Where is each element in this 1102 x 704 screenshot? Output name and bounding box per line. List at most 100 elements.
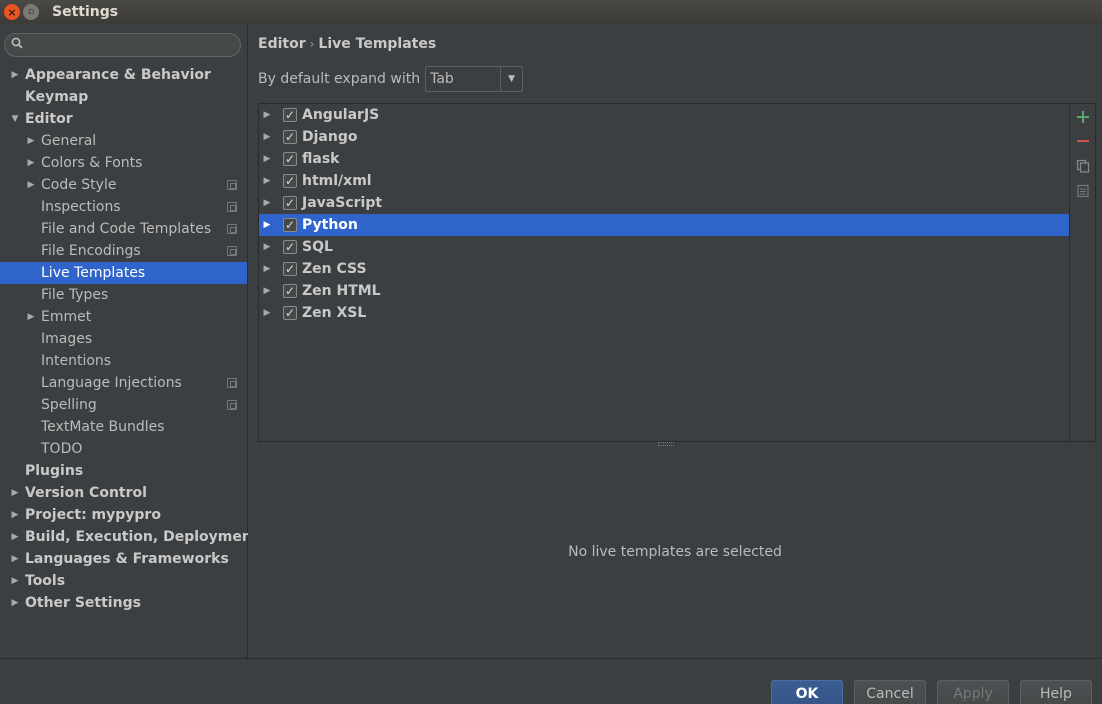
apply-button[interactable]: Apply: [937, 680, 1009, 704]
template-group-zen-xsl[interactable]: ▶ ✓ Zen XSL: [259, 302, 1070, 324]
chevron-right-icon[interactable]: ▶: [10, 570, 20, 592]
expand-with-dropdown[interactable]: Tab ▼: [425, 66, 524, 92]
template-group-name: Python: [302, 217, 358, 233]
sidebar-item-label: File and Code Templates: [41, 221, 212, 237]
sidebar-item-file-encodings[interactable]: File Encodings: [0, 240, 247, 262]
sidebar-item-version-control[interactable]: ▶ Version Control: [0, 482, 247, 504]
chevron-right-icon[interactable]: ▶: [262, 104, 272, 126]
sidebar-item-appearance-behavior[interactable]: ▶ Appearance & Behavior: [0, 64, 247, 86]
edit-icon[interactable]: [1076, 184, 1090, 198]
minus-icon[interactable]: [1076, 134, 1090, 148]
breadcrumb-separator: ›: [309, 37, 315, 51]
sidebar-item-emmet[interactable]: ▶ Emmet: [0, 306, 247, 328]
breadcrumb-parent: Editor: [258, 36, 306, 52]
group-checkbox[interactable]: ✓: [283, 130, 297, 144]
ok-button[interactable]: OK: [771, 680, 843, 704]
group-checkbox[interactable]: ✓: [283, 108, 297, 122]
template-group-zen-html[interactable]: ▶ ✓ Zen HTML: [259, 280, 1070, 302]
template-group-python[interactable]: ▶ ✓ Python: [259, 214, 1070, 236]
sidebar-item-general[interactable]: ▶ General: [0, 130, 247, 152]
chevron-right-icon[interactable]: ▶: [26, 152, 36, 174]
sidebar-item-todo[interactable]: TODO: [0, 438, 247, 460]
group-checkbox[interactable]: ✓: [283, 218, 297, 232]
sidebar-item-intentions[interactable]: Intentions: [0, 350, 247, 372]
cancel-button[interactable]: Cancel: [854, 680, 926, 704]
sidebar-item-label: Language Injections: [41, 375, 182, 391]
group-checkbox[interactable]: ✓: [283, 196, 297, 210]
plus-icon[interactable]: [1076, 110, 1090, 124]
sidebar-item-spelling[interactable]: Spelling: [0, 394, 247, 416]
group-checkbox[interactable]: ✓: [283, 174, 297, 188]
sidebar-item-project-mypypro[interactable]: ▶ Project: mypypro: [0, 504, 247, 526]
chevron-right-icon[interactable]: ▶: [262, 148, 272, 170]
project-scope-icon: [227, 400, 237, 410]
close-window-button[interactable]: ×: [4, 4, 20, 20]
sidebar-item-file-types[interactable]: File Types: [0, 284, 247, 306]
template-group-flask[interactable]: ▶ ✓ flask: [259, 148, 1070, 170]
template-group-zen-css[interactable]: ▶ ✓ Zen CSS: [259, 258, 1070, 280]
chevron-right-icon[interactable]: ▶: [262, 280, 272, 302]
sidebar-item-colors-fonts[interactable]: ▶ Colors & Fonts: [0, 152, 247, 174]
sidebar-item-inspections[interactable]: Inspections: [0, 196, 247, 218]
chevron-right-icon[interactable]: ▶: [26, 174, 36, 196]
sidebar-item-editor[interactable]: ▼ Editor: [0, 108, 247, 130]
window-title: Settings: [52, 4, 119, 20]
sidebar-item-textmate-bundles[interactable]: TextMate Bundles: [0, 416, 247, 438]
group-checkbox[interactable]: ✓: [283, 306, 297, 320]
chevron-down-icon[interactable]: ▼: [10, 108, 20, 130]
sidebar-item-languages-frameworks[interactable]: ▶ Languages & Frameworks: [0, 548, 247, 570]
chevron-right-icon[interactable]: ▶: [262, 214, 272, 236]
sidebar-item-build-execution-deployment[interactable]: ▶ Build, Execution, Deployment: [0, 526, 259, 548]
copy-icon[interactable]: [1076, 159, 1090, 173]
title-bar: × ▫ Settings: [0, 0, 1102, 24]
group-checkbox[interactable]: ✓: [283, 284, 297, 298]
sidebar-item-live-templates[interactable]: Live Templates: [0, 262, 247, 284]
sidebar-item-label: Emmet: [41, 309, 92, 325]
sidebar-item-label: Version Control: [25, 485, 147, 501]
group-checkbox[interactable]: ✓: [283, 240, 297, 254]
chevron-right-icon[interactable]: ▶: [26, 306, 36, 328]
template-group-sql[interactable]: ▶ ✓ SQL: [259, 236, 1070, 258]
chevron-right-icon[interactable]: ▶: [262, 302, 272, 324]
sidebar-item-file-and-code-templates[interactable]: File and Code Templates: [0, 218, 247, 240]
chevron-right-icon[interactable]: ▶: [10, 592, 20, 614]
expand-with-value: Tab: [430, 71, 454, 87]
sidebar-item-language-injections[interactable]: Language Injections: [0, 372, 247, 394]
chevron-right-icon[interactable]: ▶: [10, 548, 20, 570]
sidebar-item-images[interactable]: Images: [0, 328, 247, 350]
maximize-window-button[interactable]: ▫: [23, 4, 39, 20]
chevron-right-icon[interactable]: ▶: [26, 130, 36, 152]
sidebar-item-tools[interactable]: ▶ Tools: [0, 570, 247, 592]
group-checkbox[interactable]: ✓: [283, 152, 297, 166]
template-group-javascript[interactable]: ▶ ✓ JavaScript: [259, 192, 1070, 214]
chevron-right-icon[interactable]: ▶: [10, 64, 20, 86]
template-group-django[interactable]: ▶ ✓ Django: [259, 126, 1070, 148]
chevron-right-icon[interactable]: ▶: [262, 192, 272, 214]
chevron-right-icon[interactable]: ▶: [262, 236, 272, 258]
sidebar-item-keymap[interactable]: Keymap: [0, 86, 247, 108]
search-input[interactable]: [4, 33, 241, 57]
sidebar-item-other-settings[interactable]: ▶ Other Settings: [0, 592, 247, 614]
help-button[interactable]: Help: [1020, 680, 1092, 704]
chevron-right-icon[interactable]: ▶: [10, 482, 20, 504]
sidebar-item-plugins[interactable]: Plugins: [0, 460, 247, 482]
chevron-right-icon[interactable]: ▶: [262, 170, 272, 192]
group-checkbox[interactable]: ✓: [283, 262, 297, 276]
sidebar-item-label: Plugins: [25, 463, 84, 479]
chevron-right-icon[interactable]: ▶: [10, 504, 20, 526]
splitter-handle[interactable]: [658, 442, 674, 446]
template-group-angularjs[interactable]: ▶ ✓ AngularJS: [259, 104, 1070, 126]
chevron-down-icon[interactable]: ▼: [500, 67, 522, 91]
sidebar-item-label: Project: mypypro: [25, 507, 161, 523]
template-group-name: Zen HTML: [302, 283, 381, 299]
sidebar-item-label: Code Style: [41, 177, 117, 193]
template-group-html-xml[interactable]: ▶ ✓ html/xml: [259, 170, 1070, 192]
chevron-right-icon[interactable]: ▶: [262, 126, 272, 148]
chevron-right-icon[interactable]: ▶: [262, 258, 272, 280]
sidebar-item-code-style[interactable]: ▶ Code Style: [0, 174, 247, 196]
expand-with-row: By default expand with Tab ▼: [258, 66, 524, 92]
chevron-right-icon[interactable]: ▶: [10, 526, 20, 548]
sidebar-item-label: Keymap: [25, 89, 89, 105]
sidebar-item-label: File Types: [41, 287, 109, 303]
sidebar-item-label: Tools: [25, 573, 66, 589]
